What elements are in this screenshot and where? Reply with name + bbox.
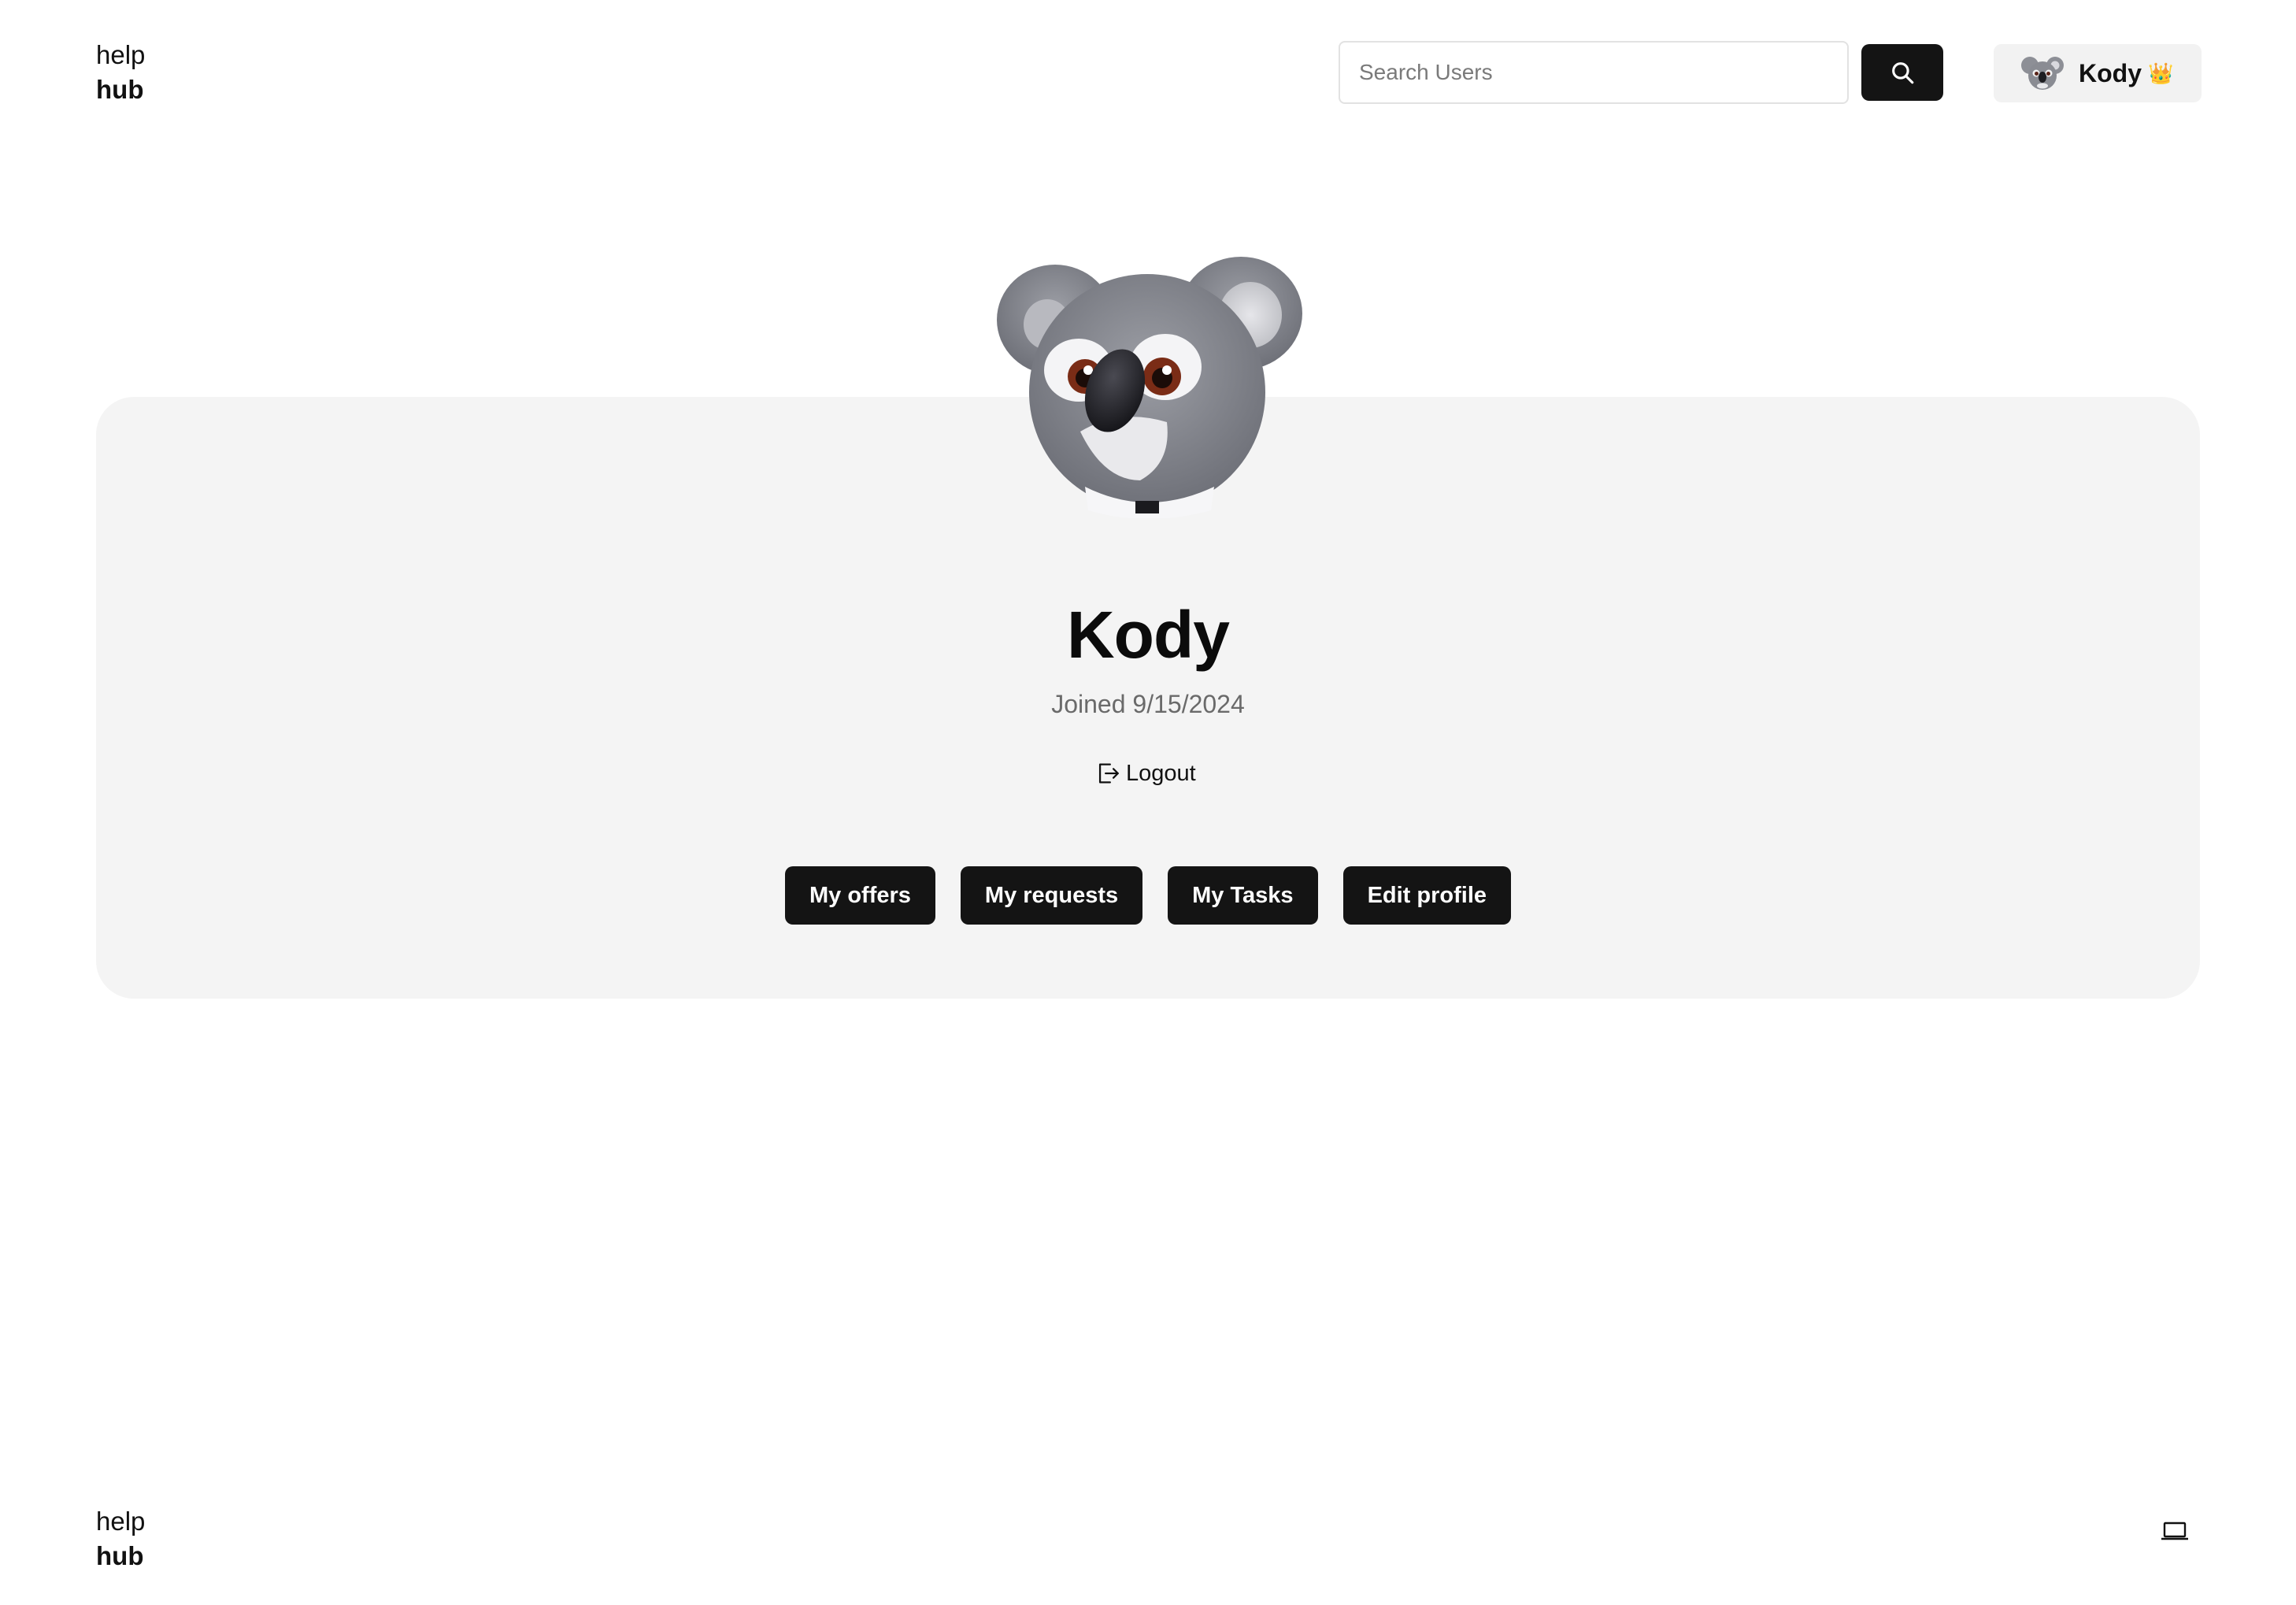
profile-name: Kody	[1067, 598, 1230, 672]
my-offers-button[interactable]: My offers	[784, 866, 935, 925]
search-icon	[1892, 62, 1914, 84]
koala-avatar	[2021, 57, 2064, 90]
edit-profile-button[interactable]: Edit profile	[1342, 866, 1512, 925]
logout-label: Logout	[1126, 760, 1196, 786]
profile-actions: My offers My requests My Tasks Edit prof…	[0, 866, 2296, 925]
my-tasks-button[interactable]: My Tasks	[1168, 866, 1318, 925]
joined-date: Joined 9/15/2024	[1051, 690, 1245, 718]
logo-text-hub: hub	[96, 75, 144, 104]
logo-text-hub: hub	[96, 1541, 144, 1570]
header-logo[interactable]: help hub	[96, 38, 145, 107]
user-menu-button[interactable]: Kody 👑	[1994, 44, 2202, 102]
crown-icon: 👑	[2148, 61, 2174, 85]
search-button[interactable]	[1861, 44, 1943, 101]
koala-avatar	[997, 257, 1302, 518]
logo-text-help: help	[96, 1507, 146, 1536]
user-name: Kody	[2079, 58, 2142, 87]
laptop-icon[interactable]	[2161, 1520, 2189, 1542]
logout-icon	[1098, 763, 1119, 784]
logout-button[interactable]: Logout	[1094, 756, 1205, 791]
logo-text-help: help	[96, 40, 146, 69]
search-input[interactable]	[1339, 41, 1849, 104]
my-requests-button[interactable]: My requests	[960, 866, 1143, 925]
footer-logo[interactable]: help hub	[96, 1504, 145, 1573]
